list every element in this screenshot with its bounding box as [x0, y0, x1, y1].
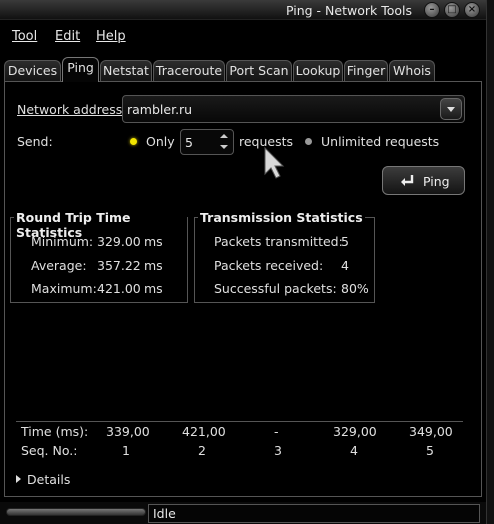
results-separator — [16, 421, 463, 422]
title-bar[interactable]: Ping - Network Tools – □ × — [0, 0, 486, 20]
seq-cell: 5 — [426, 443, 434, 458]
time-cell: 349,00 — [409, 424, 453, 439]
tab-whois[interactable]: Whois — [389, 60, 435, 81]
network-address-input[interactable] — [127, 99, 437, 119]
packets-received-label: Packets received: — [214, 258, 324, 273]
rtt-min-unit: ms — [144, 234, 163, 249]
rtt-max-unit: ms — [144, 281, 163, 296]
packets-received-value: 4 — [341, 258, 349, 273]
rtt-avg-unit: ms — [144, 258, 163, 273]
time-cell: 339,00 — [106, 424, 150, 439]
chevron-down-icon[interactable] — [440, 98, 462, 120]
seq-cell: 4 — [350, 443, 358, 458]
time-cell: 421,00 — [182, 424, 226, 439]
details-label: Details — [27, 472, 71, 487]
details-expander[interactable]: Details — [14, 472, 94, 488]
request-count-input[interactable] — [185, 133, 215, 151]
tab-traceroute[interactable]: Traceroute — [153, 60, 225, 81]
seq-cell: 3 — [274, 443, 282, 458]
tab-ping[interactable]: Ping — [62, 57, 99, 82]
ping-button-label: Ping — [423, 174, 450, 189]
unlimited-radio[interactable] — [305, 138, 312, 145]
rtt-avg-label: Average: — [31, 258, 87, 273]
menu-help[interactable]: Help — [96, 29, 126, 44]
rtt-min-label: Minimum: — [31, 234, 94, 249]
tab-devices[interactable]: Devices — [4, 60, 61, 81]
minimize-icon[interactable]: – — [424, 2, 440, 18]
window-title: Ping - Network Tools — [285, 3, 412, 18]
close-icon[interactable]: × — [464, 2, 480, 18]
successful-packets-value: 80% — [341, 281, 369, 296]
unlimited-label[interactable]: Unlimited requests — [321, 134, 439, 149]
tab-finger[interactable]: Finger — [344, 60, 388, 81]
transmission-stats-title: Transmission Statistics — [198, 210, 365, 225]
spin-up-icon[interactable] — [218, 131, 230, 142]
return-arrow-icon — [401, 175, 414, 186]
seq-label: Seq. No.: — [21, 443, 78, 458]
maximize-icon[interactable]: □ — [444, 2, 460, 18]
rtt-max-label: Maximum: — [31, 281, 97, 296]
time-cell: - — [274, 424, 279, 439]
time-label: Time (ms): — [21, 424, 89, 439]
status-bar: Idle — [0, 502, 486, 524]
background-window-strip — [486, 0, 494, 524]
tab-port-scan[interactable]: Port Scan — [226, 60, 292, 81]
packets-transmitted-value: 5 — [341, 234, 349, 249]
chevron-right-icon — [16, 475, 21, 483]
menu-tool[interactable]: Tool — [12, 29, 37, 44]
tab-lookup[interactable]: Lookup — [293, 60, 343, 81]
status-text: Idle — [148, 504, 480, 523]
network-address-combo[interactable] — [122, 95, 465, 123]
only-label[interactable]: Only — [146, 134, 175, 149]
menu-bar: Tool Edit Help — [0, 24, 486, 48]
rtt-min-value: 329.00 — [97, 234, 141, 249]
only-radio[interactable] — [130, 138, 137, 145]
mouse-pointer-icon — [264, 146, 285, 179]
send-label: Send: — [17, 134, 53, 149]
request-count-stepper[interactable] — [180, 129, 234, 155]
seq-cell: 2 — [198, 443, 206, 458]
ping-button[interactable]: Ping — [382, 166, 465, 195]
network-address-label: Network address: — [17, 102, 127, 117]
rtt-avg-value: 357.22 — [97, 258, 141, 273]
app-window: Ping - Network Tools – □ × Tool Edit Hel… — [0, 0, 486, 524]
tab-bar: Devices Ping Netstat Traceroute Port Sca… — [4, 57, 482, 82]
spin-down-icon[interactable] — [218, 142, 230, 153]
time-cell: 329,00 — [333, 424, 377, 439]
seq-cell: 1 — [122, 443, 130, 458]
rtt-max-value: 421.00 — [97, 281, 141, 296]
horizontal-scrollbar[interactable] — [6, 508, 146, 516]
menu-edit[interactable]: Edit — [55, 29, 80, 44]
tab-netstat[interactable]: Netstat — [100, 60, 152, 81]
packets-transmitted-label: Packets transmitted: — [214, 234, 343, 249]
successful-packets-label: Successful packets: — [214, 281, 337, 296]
